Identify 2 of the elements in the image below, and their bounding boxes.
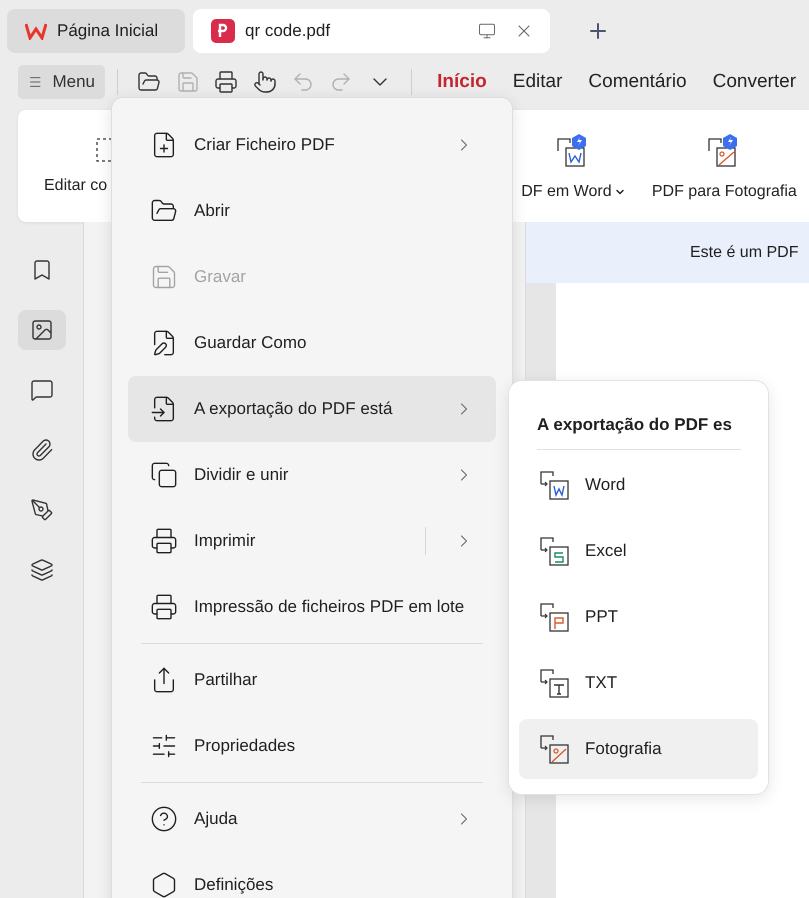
info-banner: Este é um PDF xyxy=(526,222,809,283)
submenu-title: A exportação do PDF es xyxy=(536,415,733,435)
